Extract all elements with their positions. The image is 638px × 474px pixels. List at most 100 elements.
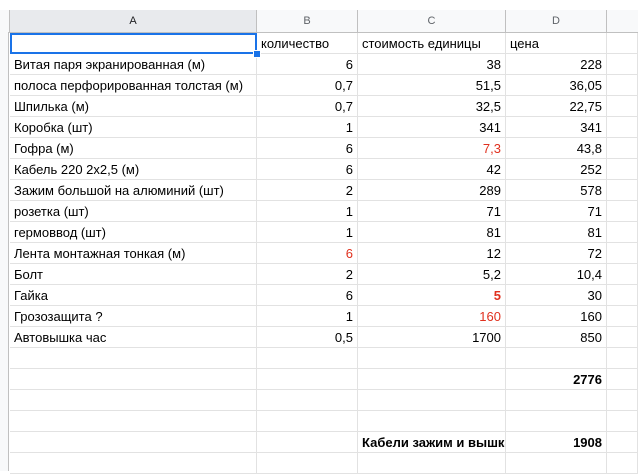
cell-a[interactable]: Гайка xyxy=(10,285,257,306)
cell-d[interactable]: 252 xyxy=(506,159,607,180)
cell-b[interactable] xyxy=(257,369,358,390)
cell-e[interactable] xyxy=(607,222,638,243)
cell-d[interactable] xyxy=(506,411,607,432)
cell-d[interactable] xyxy=(506,390,607,411)
cell-d[interactable]: цена xyxy=(506,33,607,54)
cell-d[interactable] xyxy=(506,348,607,369)
cell-b[interactable]: 1 xyxy=(257,201,358,222)
cell-b[interactable]: 6 xyxy=(257,285,358,306)
cell-a[interactable]: Автовышка час xyxy=(10,327,257,348)
cell-b[interactable]: 6 xyxy=(257,243,358,264)
cell-a[interactable] xyxy=(10,432,257,453)
cell-c[interactable]: 341 xyxy=(358,117,506,138)
cell-e[interactable] xyxy=(607,348,638,369)
cell-b[interactable]: 1 xyxy=(257,117,358,138)
cell-a[interactable]: розетка (шт) xyxy=(10,201,257,222)
cell-b[interactable]: 2 xyxy=(257,264,358,285)
cell-c[interactable]: 160 xyxy=(358,306,506,327)
cell-c[interactable] xyxy=(358,348,506,369)
cell-e[interactable] xyxy=(607,369,638,390)
cell-e[interactable] xyxy=(607,159,638,180)
column-header-b[interactable]: B xyxy=(257,10,358,32)
cell-e[interactable] xyxy=(607,264,638,285)
cell-a[interactable]: Лента монтажная тонкая (м) xyxy=(10,243,257,264)
cell-c[interactable]: 1700 xyxy=(358,327,506,348)
cell-b[interactable]: 6 xyxy=(257,138,358,159)
column-header-a[interactable]: A xyxy=(10,10,257,32)
cell-a[interactable]: Болт xyxy=(10,264,257,285)
cell-c[interactable]: 5,2 xyxy=(358,264,506,285)
column-header-e[interactable] xyxy=(607,10,638,32)
cell-b[interactable]: 2 xyxy=(257,180,358,201)
row-header-gutter[interactable] xyxy=(0,32,9,471)
spreadsheet-grid[interactable]: A B C D количество стоимость единицы цена В… xyxy=(0,0,638,474)
cell-c[interactable] xyxy=(358,390,506,411)
cell-b[interactable]: 6 xyxy=(257,159,358,180)
cell-a[interactable]: Гофра (м) xyxy=(10,138,257,159)
cell-a[interactable]: Зажим большой на алюминий (шт) xyxy=(10,180,257,201)
cell-e[interactable] xyxy=(607,201,638,222)
cell-b[interactable] xyxy=(257,390,358,411)
cell-e[interactable] xyxy=(607,411,638,432)
cell-e[interactable] xyxy=(607,306,638,327)
cell-a[interactable]: Кабель 220 2х2,5 (м) xyxy=(10,159,257,180)
cell-e[interactable] xyxy=(607,138,638,159)
cell-b[interactable] xyxy=(257,432,358,453)
cell-c[interactable]: стоимость единицы xyxy=(358,33,506,54)
cell-c[interactable]: 32,5 xyxy=(358,96,506,117)
cell-a[interactable]: гермоввод (шт) xyxy=(10,222,257,243)
cell-a[interactable]: Витая паря экранированная (м) xyxy=(10,54,257,75)
cell-d[interactable]: 81 xyxy=(506,222,607,243)
fill-handle[interactable] xyxy=(253,50,261,58)
cell-c[interactable]: 51,5 xyxy=(358,75,506,96)
cell-d[interactable]: 850 xyxy=(506,327,607,348)
cell-c[interactable]: Кабели зажим и вышка xyxy=(358,432,506,453)
cell-c[interactable]: 7,3 xyxy=(358,138,506,159)
column-header-c[interactable]: C xyxy=(358,10,506,32)
cell-c[interactable]: 81 xyxy=(358,222,506,243)
cell-d[interactable]: 578 xyxy=(506,180,607,201)
cell-e[interactable] xyxy=(607,96,638,117)
cell-a[interactable]: полоса перфорированная толстая (м) xyxy=(10,75,257,96)
cell-e[interactable] xyxy=(607,432,638,453)
cell-d[interactable]: 2776 xyxy=(506,369,607,390)
cell-d[interactable]: 71 xyxy=(506,201,607,222)
cell-a[interactable] xyxy=(10,369,257,390)
cell-b[interactable]: 6 xyxy=(257,54,358,75)
cell-e[interactable] xyxy=(607,243,638,264)
cell-b[interactable]: 0,5 xyxy=(257,327,358,348)
cell-b[interactable] xyxy=(257,348,358,369)
cell-c[interactable]: 289 xyxy=(358,180,506,201)
cell-d[interactable]: 228 xyxy=(506,54,607,75)
cell-c[interactable] xyxy=(358,411,506,432)
cell-d[interactable]: 341 xyxy=(506,117,607,138)
cell-c[interactable] xyxy=(358,369,506,390)
cell-d[interactable]: 36,05 xyxy=(506,75,607,96)
cell-a[interactable]: Коробка (шт) xyxy=(10,117,257,138)
cell-a[interactable] xyxy=(10,33,257,54)
cell-d[interactable]: 10,4 xyxy=(506,264,607,285)
cell-a[interactable] xyxy=(10,390,257,411)
cell-d[interactable]: 160 xyxy=(506,306,607,327)
cell-b[interactable] xyxy=(257,411,358,432)
column-header-d[interactable]: D xyxy=(506,10,607,32)
cell-e[interactable] xyxy=(607,33,638,54)
cell-a[interactable]: Грозозащита ? xyxy=(10,306,257,327)
cell-e[interactable] xyxy=(607,117,638,138)
cell-b[interactable]: 0,7 xyxy=(257,96,358,117)
cell-c[interactable]: 12 xyxy=(358,243,506,264)
cell-e[interactable] xyxy=(607,390,638,411)
cell-d[interactable]: 30 xyxy=(506,285,607,306)
cell-e[interactable] xyxy=(607,180,638,201)
cell-e[interactable] xyxy=(607,327,638,348)
cell-d[interactable]: 72 xyxy=(506,243,607,264)
cell-e[interactable] xyxy=(607,285,638,306)
cell-b[interactable]: количество xyxy=(257,33,358,54)
corner-cell[interactable] xyxy=(0,10,10,32)
cell-d[interactable]: 1908 xyxy=(506,432,607,453)
cell-d[interactable]: 22,75 xyxy=(506,96,607,117)
cell-b[interactable]: 1 xyxy=(257,306,358,327)
cell-e[interactable] xyxy=(607,54,638,75)
cell-a[interactable]: Шпилька (м) xyxy=(10,96,257,117)
cell-b[interactable]: 0,7 xyxy=(257,75,358,96)
